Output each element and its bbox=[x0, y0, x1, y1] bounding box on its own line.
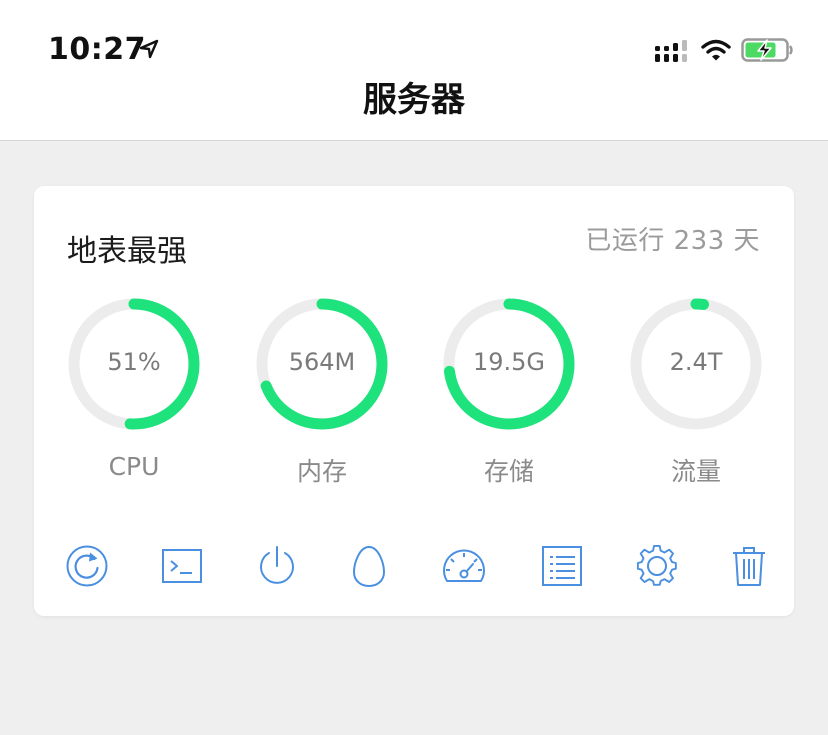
gauge-value: 51% bbox=[107, 348, 161, 376]
egg-icon bbox=[352, 545, 386, 588]
action-bar bbox=[34, 542, 794, 590]
page-title: 服务器 bbox=[363, 80, 465, 120]
server-name: 地表最强 bbox=[67, 234, 187, 269]
top-bar: 10:27 服务器 bbox=[0, 0, 828, 141]
delete-button[interactable] bbox=[725, 542, 773, 590]
terminal-icon bbox=[162, 549, 202, 583]
status-time: 10:27 bbox=[48, 32, 146, 67]
cellular-signal-icon bbox=[655, 40, 689, 66]
egg-button[interactable] bbox=[345, 542, 393, 590]
trash-icon bbox=[733, 547, 765, 586]
gauge-storage[interactable]: 19.5G 存储 bbox=[441, 296, 577, 486]
power-icon bbox=[260, 546, 294, 584]
restart-icon bbox=[66, 545, 108, 587]
gauge-label: 流量 bbox=[670, 457, 721, 486]
terminal-button[interactable] bbox=[158, 542, 206, 590]
power-button[interactable] bbox=[253, 542, 301, 590]
list-icon bbox=[542, 546, 582, 586]
restart-button[interactable] bbox=[63, 542, 111, 590]
gauge-value: 19.5G bbox=[472, 348, 546, 376]
gauge-label: 存储 bbox=[483, 457, 534, 486]
uptime-text: 已运行 233 天 bbox=[585, 226, 760, 256]
gauge-label: 内存 bbox=[296, 457, 347, 486]
battery-charging-icon bbox=[741, 37, 795, 67]
settings-gear-icon bbox=[636, 544, 677, 586]
gauge-value: 564M bbox=[288, 348, 356, 376]
speedometer-icon bbox=[443, 549, 485, 582]
gauge-value: 2.4T bbox=[669, 348, 723, 376]
wifi-icon bbox=[701, 38, 731, 66]
settings-button[interactable] bbox=[633, 542, 681, 590]
speedtest-button[interactable] bbox=[440, 542, 488, 590]
gauge-label: CPU bbox=[108, 452, 160, 481]
location-arrow-icon bbox=[138, 38, 160, 64]
gauge-traffic[interactable]: 2.4T 流量 bbox=[628, 296, 764, 486]
server-card[interactable]: 地表最强 已运行 233 天 51% CPU 564M 内存 19.5G 存储 … bbox=[34, 186, 794, 616]
list-button[interactable] bbox=[538, 542, 586, 590]
gauge-memory[interactable]: 564M 内存 bbox=[254, 296, 390, 486]
gauge-cpu[interactable]: 51% CPU bbox=[66, 296, 202, 486]
